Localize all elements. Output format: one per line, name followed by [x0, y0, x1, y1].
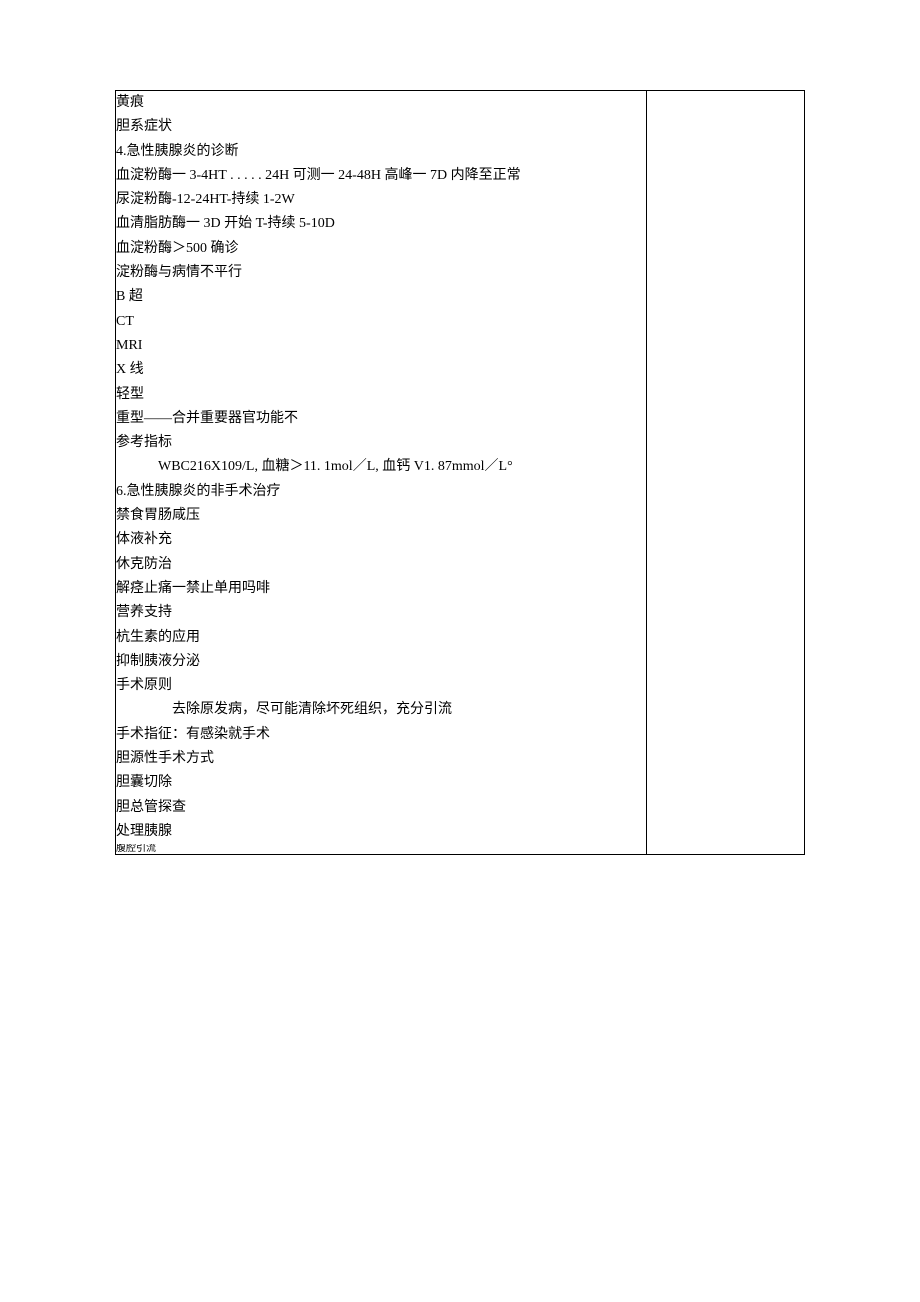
- text-line: 尿淀粉酶-12-24HT-持续 1-2W: [116, 188, 646, 212]
- text-line: 杭生素的应用: [116, 626, 646, 650]
- text-line: 手术原则: [116, 674, 646, 698]
- text-line: 胆源性手术方式: [116, 747, 646, 771]
- text-line: 手术指征：有感染就手术: [116, 723, 646, 747]
- lines-container: 黄痕胆系症状4.急性胰腺炎的诊断血淀粉酶一 3-4HT . . . . . 24…: [116, 91, 646, 844]
- text-line: 体液补充: [116, 528, 646, 552]
- text-line: 4.急性胰腺炎的诊断: [116, 140, 646, 164]
- text-line: 休克防治: [116, 553, 646, 577]
- text-line: 禁食胃肠咸压: [116, 504, 646, 528]
- text-line: 轻型: [116, 383, 646, 407]
- text-line: X 线: [116, 358, 646, 382]
- text-line: 解痉止痛一禁止单用吗啡: [116, 577, 646, 601]
- text-line: 营养支持: [116, 601, 646, 625]
- text-line: CT: [116, 310, 646, 334]
- content-cell: 黄痕胆系症状4.急性胰腺炎的诊断血淀粉酶一 3-4HT . . . . . 24…: [116, 91, 647, 855]
- text-line: 胆囊切除: [116, 771, 646, 795]
- text-line: 抑制胰液分泌: [116, 650, 646, 674]
- text-line: 胆系症状: [116, 115, 646, 139]
- text-line: 处理胰腺: [116, 820, 646, 844]
- page-container: 黄痕胆系症状4.急性胰腺炎的诊断血淀粉酶一 3-4HT . . . . . 24…: [0, 0, 920, 855]
- text-line: 去除原发病，尽可能清除坏死组织，充分引流: [116, 698, 646, 722]
- text-line: 6.急性胰腺炎的非手术治疗: [116, 480, 646, 504]
- text-line: 血淀粉酶一 3-4HT . . . . . 24H 可测一 24-48H 高峰一…: [116, 164, 646, 188]
- text-line: 参考指标: [116, 431, 646, 455]
- text-line: WBC216X109/L, 血糖＞11. 1mol／L, 血钙 V1. 87mm…: [116, 455, 646, 479]
- text-line: 血淀粉酶＞500 确诊: [116, 237, 646, 261]
- main-table: 黄痕胆系症状4.急性胰腺炎的诊断血淀粉酶一 3-4HT . . . . . 24…: [115, 90, 805, 855]
- text-line: 黄痕: [116, 91, 646, 115]
- text-line: 重型——合并重要器官功能不: [116, 407, 646, 431]
- text-line: 血清脂肪酶一 3D 开始 T-持续 5-10D: [116, 212, 646, 236]
- text-line: MRI: [116, 334, 646, 358]
- text-line: B 超: [116, 285, 646, 309]
- text-line: 胆总管探查: [116, 796, 646, 820]
- blank-cell: [646, 91, 804, 855]
- text-line: 淀粉酶与病情不平行: [116, 261, 646, 285]
- last-truncated-line: 腹腔引流: [116, 844, 646, 854]
